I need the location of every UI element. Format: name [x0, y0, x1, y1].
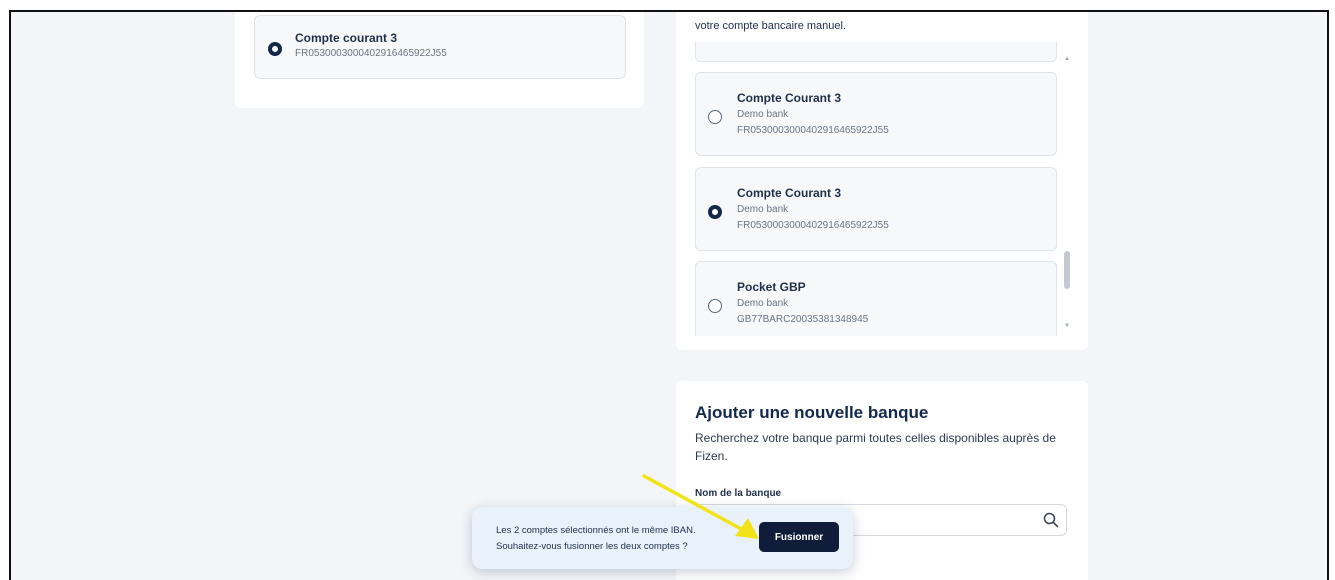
- annotation-arrow-icon: [642, 474, 759, 539]
- app-viewport: Compte courant 3 FR053000300040291646592…: [9, 10, 1329, 580]
